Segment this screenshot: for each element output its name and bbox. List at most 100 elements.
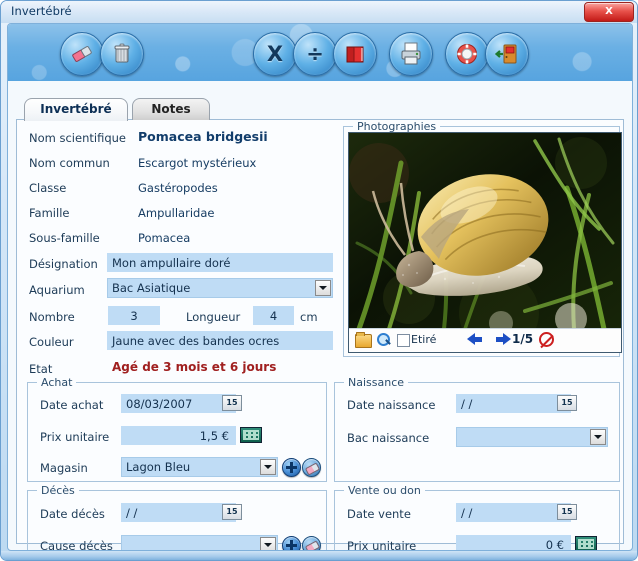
trash-icon	[101, 33, 143, 75]
naissance-title: Naissance	[344, 376, 409, 389]
label-couleur: Couleur	[29, 335, 74, 349]
client-area: X ÷ Invertébré Notes Nom scientifique Po…	[7, 23, 633, 551]
book-icon	[334, 33, 376, 75]
label-date-achat: Date achat	[40, 398, 104, 412]
photo-image	[349, 133, 621, 329]
chevron-down-icon[interactable]	[315, 280, 331, 296]
label-sous-famille: Sous-famille	[29, 231, 100, 245]
couleur-input[interactable]: Jaune avec des bandes ocres	[107, 331, 333, 350]
photographies-group: Photographies Etiré 1/5	[343, 120, 622, 357]
next-photo-arrow[interactable]	[503, 333, 511, 345]
label-prix-vente: Prix unitaire	[347, 539, 417, 551]
cause-deces-combo[interactable]	[121, 535, 278, 550]
chevron-down-icon[interactable]	[260, 459, 276, 475]
longueur-input[interactable]: 4	[253, 306, 294, 325]
label-bac-naissance: Bac naissance	[347, 431, 430, 445]
date-achat-calendar-button[interactable]: 15	[222, 395, 242, 411]
label-nom-scientifique: Nom scientifique	[29, 131, 126, 145]
date-deces-calendar-button[interactable]: 15	[222, 504, 242, 520]
label-date-vente: Date vente	[347, 507, 411, 521]
vente-group: Vente ou don Date vente / / 15 Prix unit…	[334, 484, 620, 551]
magasin-add-button[interactable]	[282, 458, 301, 477]
cause-deces-add-button[interactable]	[282, 536, 301, 550]
tab-notes[interactable]: Notes	[132, 98, 210, 120]
achat-group: Achat Date achat 08/03/2007 15 Prix unit…	[27, 376, 327, 482]
achat-title: Achat	[37, 376, 77, 389]
label-prix-achat: Prix unitaire	[40, 430, 110, 444]
chevron-down-icon[interactable]	[590, 429, 606, 445]
previous-photo-arrow-tail[interactable]	[474, 337, 482, 342]
prix-achat-input[interactable]: 1,5 €	[121, 426, 236, 445]
magasin-combo[interactable]: Lagon Bleu	[121, 457, 278, 477]
label-etat: Etat	[29, 362, 53, 376]
date-naissance-input[interactable]: / /	[456, 394, 571, 413]
window-title: Invertébré	[11, 4, 72, 18]
window-bottom-edge	[1, 551, 637, 560]
main-panel: Nom scientifique Pomacea bridgesii Nom c…	[16, 119, 624, 550]
multiply-icon: X	[266, 42, 284, 66]
eraser-button[interactable]	[60, 32, 104, 76]
chevron-down-icon[interactable]	[260, 537, 276, 550]
label-date-naissance: Date naissance	[347, 398, 436, 412]
value-classe: Gastéropodes	[138, 181, 218, 195]
exit-door-icon	[486, 33, 528, 75]
date-vente-calendar-button[interactable]: 15	[557, 504, 577, 520]
label-date-deces: Date décès	[40, 507, 105, 521]
prix-vente-calculator-button[interactable]	[575, 536, 597, 550]
date-achat-input[interactable]: 08/03/2007	[121, 394, 236, 413]
multiply-button[interactable]: X	[253, 32, 297, 76]
value-nom-scientifique: Pomacea bridgesii	[138, 129, 268, 144]
aquarium-combo[interactable]: Bac Asiatique	[107, 278, 333, 298]
delete-button[interactable]	[100, 32, 144, 76]
deces-group: Décès Date décès / / 15 Cause décès	[27, 484, 327, 551]
magasin-clear-button[interactable]	[302, 458, 321, 477]
forbidden-icon[interactable]	[539, 332, 554, 347]
application-window: Invertébré X X ÷ Invertébré Notes Nom sc…	[0, 0, 638, 561]
exit-button[interactable]	[485, 32, 529, 76]
tab-invertebre[interactable]: Invertébré	[24, 98, 128, 121]
value-nom-commun: Escargot mystérieux	[138, 156, 257, 170]
date-vente-input[interactable]: / /	[456, 503, 571, 522]
close-button[interactable]: X	[584, 2, 634, 22]
bac-naissance-combo[interactable]	[456, 427, 608, 447]
print-button[interactable]	[389, 32, 433, 76]
magnifier-icon[interactable]	[377, 333, 391, 347]
stretch-label: Etiré	[411, 333, 437, 346]
cause-deces-clear-button[interactable]	[302, 536, 321, 550]
prix-vente-input[interactable]: 0 €	[456, 535, 571, 550]
magasin-combo-value: Lagon Bleu	[126, 460, 191, 474]
label-nom-commun: Nom commun	[29, 156, 110, 170]
label-cause-deces: Cause décès	[40, 539, 113, 551]
label-magasin: Magasin	[40, 461, 88, 475]
divide-button[interactable]: ÷	[293, 32, 337, 76]
designation-input[interactable]: Mon ampullaire doré	[107, 253, 333, 272]
vente-title: Vente ou don	[344, 484, 425, 497]
label-aquarium: Aquarium	[29, 283, 85, 297]
label-designation: Désignation	[29, 257, 98, 271]
photo-viewer[interactable]: Etiré 1/5	[348, 132, 622, 353]
label-classe: Classe	[29, 181, 67, 195]
nombre-input[interactable]: 3	[108, 306, 160, 325]
printer-icon	[390, 33, 432, 75]
photo-counter: 1/5	[512, 332, 534, 346]
etat-value: Agé de 3 mois et 6 jours	[112, 360, 277, 374]
stretch-checkbox[interactable]	[397, 334, 410, 347]
deces-title: Décès	[37, 484, 79, 497]
eraser-icon	[61, 33, 103, 75]
naissance-group: Naissance Date naissance / / 15 Bac nais…	[334, 376, 620, 482]
value-sous-famille: Pomacea	[138, 231, 191, 245]
toolbar: X ÷	[8, 24, 632, 81]
date-deces-input[interactable]: / /	[121, 503, 236, 522]
label-famille: Famille	[29, 206, 70, 220]
lifebuoy-icon	[446, 33, 488, 75]
date-naissance-calendar-button[interactable]: 15	[557, 395, 577, 411]
label-nombre: Nombre	[29, 310, 75, 324]
aquarium-combo-value: Bac Asiatique	[112, 281, 191, 295]
prix-achat-calculator-button[interactable]	[240, 427, 262, 443]
label-longueur-unit: cm	[300, 310, 318, 324]
book-button[interactable]	[333, 32, 377, 76]
folder-icon[interactable]	[355, 332, 372, 348]
help-button[interactable]	[445, 32, 489, 76]
photo-toolbar: Etiré 1/5	[349, 328, 621, 352]
title-bar: Invertébré X	[1, 1, 637, 23]
